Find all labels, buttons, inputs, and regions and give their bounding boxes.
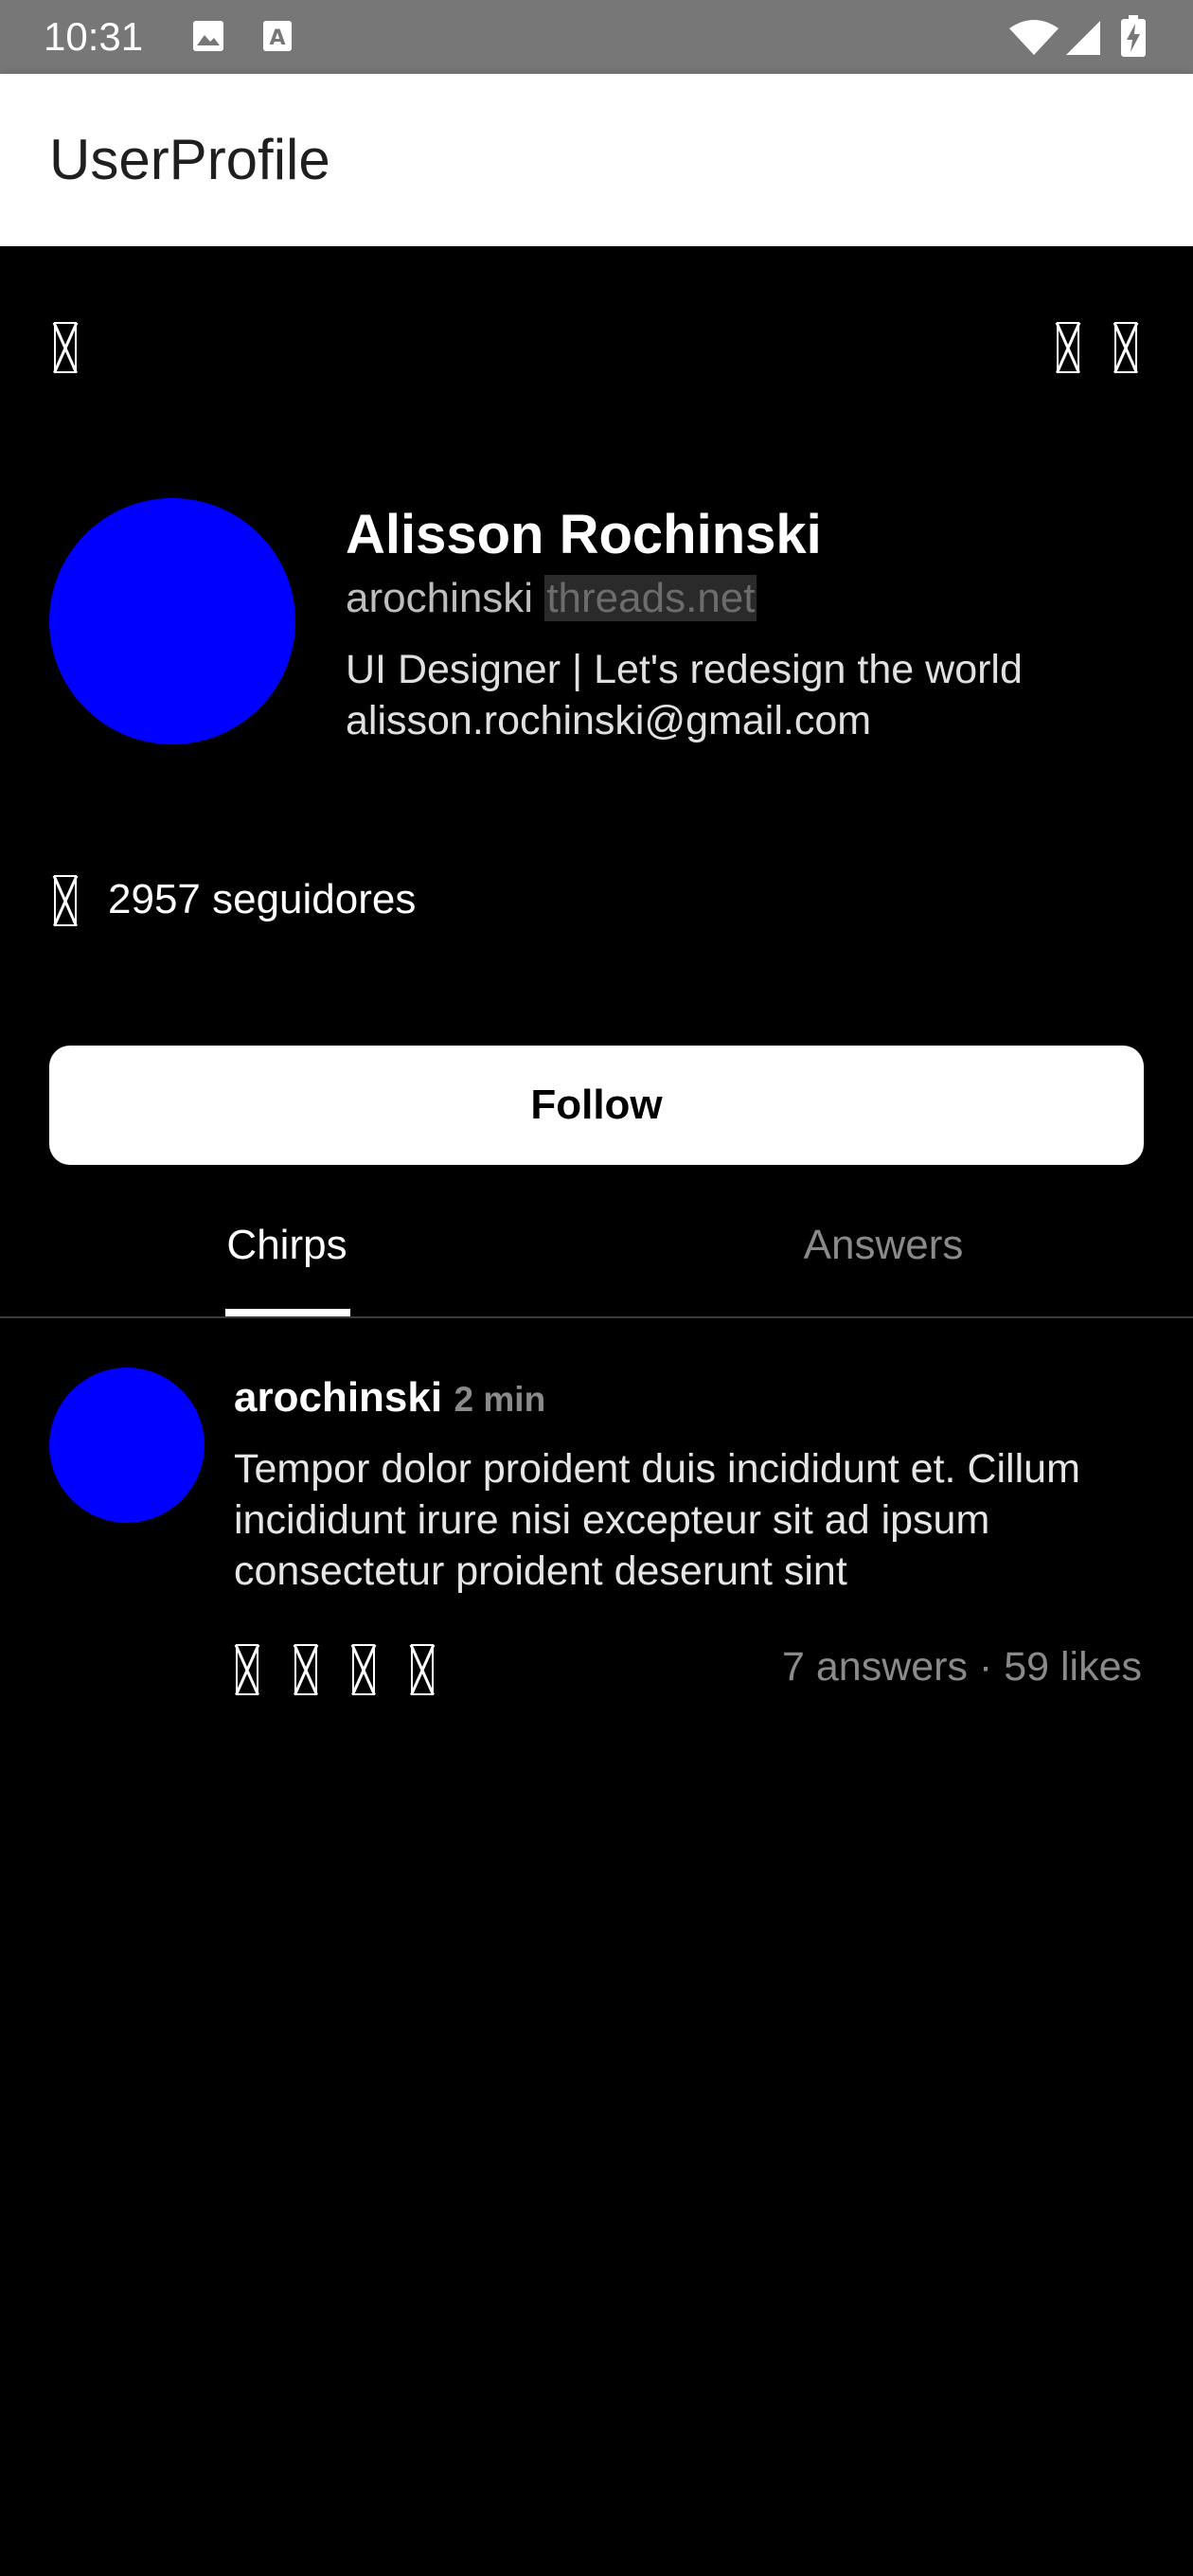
more-icon[interactable]: [1114, 322, 1137, 373]
like-icon[interactable]: [236, 1644, 258, 1695]
signal-icon: [1066, 21, 1100, 55]
tab-chirps[interactable]: Chirps: [189, 1212, 384, 1316]
followers-count[interactable]: 2957 seguidores: [108, 871, 416, 928]
post-body[interactable]: Tempor dolor proident duis incididunt et…: [234, 1443, 1152, 1597]
app-bar: UserProfile: [0, 74, 1193, 246]
active-tab-indicator: [225, 1309, 350, 1316]
image-icon: [193, 21, 223, 51]
tab-answers[interactable]: Answers: [757, 1212, 1009, 1316]
svg-text:A: A: [269, 27, 285, 50]
repost-icon[interactable]: [352, 1644, 375, 1695]
profile-domain[interactable]: threads.net: [544, 575, 757, 621]
tabs-divider: [0, 1316, 1193, 1318]
follow-button[interactable]: Follow: [49, 1046, 1144, 1165]
reply-icon[interactable]: [294, 1644, 317, 1695]
post-share-icon[interactable]: [411, 1644, 434, 1695]
profile-avatar[interactable]: [49, 498, 295, 744]
profile-handle: arochinski threads.net: [346, 570, 757, 627]
post-time: 2 min: [454, 1380, 546, 1419]
profile-username: arochinski: [346, 575, 534, 621]
text-app-icon: A: [263, 21, 292, 51]
status-bar: 10:31 A: [0, 0, 1193, 74]
back-icon[interactable]: [54, 322, 77, 373]
share-icon[interactable]: [1057, 322, 1079, 373]
battery-charging-icon: [1121, 15, 1146, 57]
post-author[interactable]: arochinski: [234, 1374, 442, 1421]
followers-icon: [54, 875, 77, 926]
post-stats: 7 answers · 59 likes: [782, 1644, 1142, 1690]
post-header: arochinski 2 min: [234, 1369, 545, 1436]
status-time: 10:31: [44, 14, 144, 59]
profile-bio: UI Designer | Let's redesign the world a…: [346, 647, 1023, 743]
wifi-icon: [1009, 20, 1059, 55]
post-avatar[interactable]: [49, 1368, 205, 1523]
profile-name: Alisson Rochinski: [346, 504, 822, 565]
follow-button-label: Follow: [530, 1082, 663, 1128]
app-title: UserProfile: [49, 128, 330, 191]
